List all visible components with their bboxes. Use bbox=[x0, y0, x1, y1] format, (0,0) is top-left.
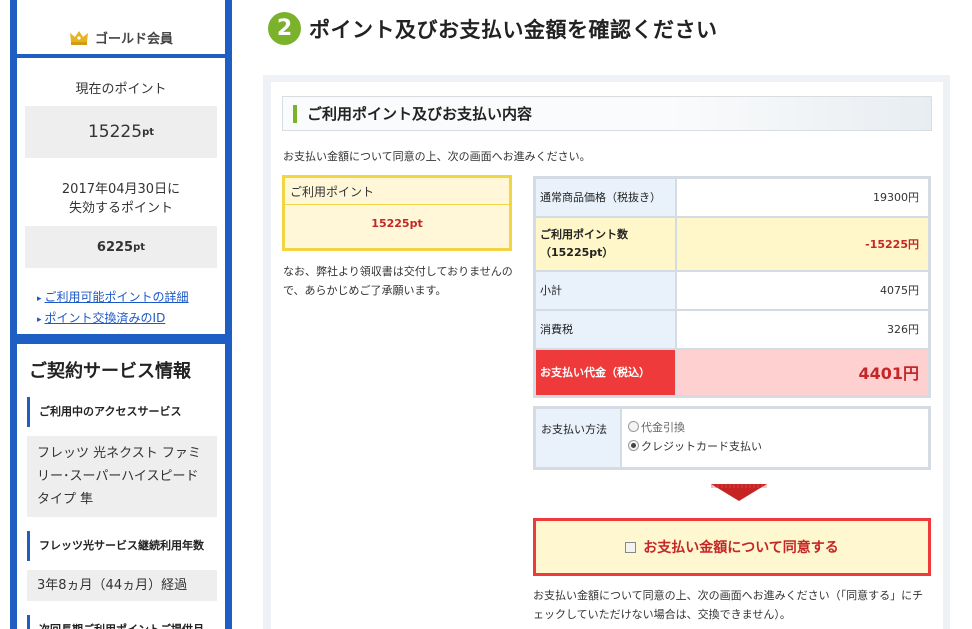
page-title: 2 ポイント及びお支払い金額を確認ください bbox=[268, 12, 718, 45]
step-number-badge: 2 bbox=[268, 12, 301, 45]
used-points-count-value: -15225円 bbox=[674, 215, 931, 272]
arrow-stripe bbox=[711, 484, 767, 488]
receipt-note: なお、弊社より領収書は交付しておりませんので、あらかじめご了承願います。 bbox=[283, 265, 513, 297]
table-row: 小計 4075円 bbox=[533, 269, 931, 311]
used-points-count-label-line1: ご利用ポイント数 bbox=[540, 227, 628, 241]
heading-bar bbox=[293, 104, 297, 123]
used-points-count-label-line2: （15225pt） bbox=[540, 245, 614, 259]
payment-option-credit-label: クレジットカード支払い bbox=[641, 439, 762, 453]
tax-value: 326円 bbox=[674, 308, 931, 350]
normal-price-label: 通常商品価格（税抜き） bbox=[533, 176, 677, 218]
used-points-value: 15225pt bbox=[371, 217, 423, 230]
section-heading-text: ご利用ポイント及びお支払い内容 bbox=[307, 105, 533, 123]
agree-label: お支払い金額について同意する bbox=[643, 540, 839, 556]
payment-method-label: お支払い方法 bbox=[536, 409, 622, 467]
current-points-value: 15225 pt bbox=[25, 106, 217, 158]
expire-points-value: 6225 pt bbox=[25, 226, 217, 268]
years-heading: フレッツ光サービス継続利用年数 bbox=[27, 531, 225, 561]
member-badge-label: ゴールド会員 bbox=[94, 31, 173, 47]
sidebar: ゴールド会員 現在のポイント 15225 pt 2017年04月30日に 失効する… bbox=[10, 0, 232, 629]
sidebar-links: ご利用可能ポイントの詳細 ポイント交換済みのID bbox=[37, 288, 225, 330]
member-badge: ゴールド会員 bbox=[17, 0, 225, 58]
total-label: お支払い代金（税込） bbox=[533, 347, 677, 398]
table-row: 通常商品価格（税抜き） 19300円 bbox=[533, 176, 931, 218]
access-service-heading: ご利用中のアクセスサービス bbox=[27, 397, 225, 427]
agree-note: お支払い金額について同意の上、次の画面へお進みください（「同意する」にチェックし… bbox=[533, 589, 924, 621]
radio-credit[interactable] bbox=[628, 440, 639, 451]
current-points-title: 現在のポイント bbox=[75, 82, 167, 97]
confirm-panel: ご利用ポイント及びお支払い内容 お支払い金額について同意の上、次の画面へお進みく… bbox=[263, 75, 950, 629]
section-heading: ご利用ポイント及びお支払い内容 bbox=[282, 96, 932, 131]
subtotal-label: 小計 bbox=[533, 269, 677, 311]
used-points-label: ご利用ポイント bbox=[285, 178, 509, 205]
points-detail-link[interactable]: ご利用可能ポイントの詳細 bbox=[37, 288, 225, 309]
tax-label: 消費税 bbox=[533, 308, 677, 350]
expire-title-line1: 2017年04月30日に bbox=[61, 182, 181, 197]
expire-points-unit: pt bbox=[133, 241, 146, 253]
used-points-count-label: ご利用ポイント数 （15225pt） bbox=[533, 215, 677, 272]
payment-option-cod[interactable]: 代金引換 bbox=[628, 417, 762, 436]
payment-options: 代金引換 クレジットカード支払い bbox=[622, 409, 762, 467]
payment-option-cod-label: 代金引換 bbox=[641, 420, 685, 434]
subtotal-value: 4075円 bbox=[674, 269, 931, 311]
confirm-panel-inner: ご利用ポイント及びお支払い内容 お支払い金額について同意の上、次の画面へお進みく… bbox=[271, 82, 943, 629]
table-row: 消費税 326円 bbox=[533, 308, 931, 350]
exchanged-id-link[interactable]: ポイント交換済みのID bbox=[37, 309, 225, 330]
expire-title-line2: 失効するポイント bbox=[68, 201, 173, 216]
radio-cod[interactable] bbox=[628, 421, 639, 432]
total-value: 4401円 bbox=[674, 347, 931, 398]
years-value: 3年8ヵ月（44ヵ月）経過 bbox=[27, 570, 217, 601]
page-title-text: ポイント及びお支払い金額を確認ください bbox=[309, 17, 718, 42]
current-points-unit: pt bbox=[142, 126, 155, 138]
used-points-box: ご利用ポイント 15225pt bbox=[282, 175, 512, 251]
agree-checkbox[interactable] bbox=[625, 541, 637, 553]
next-points-heading: 次回長期ご利用ポイントご提供月 bbox=[27, 615, 225, 629]
table-row: ご利用ポイント数 （15225pt） -15225円 bbox=[533, 215, 931, 272]
current-points-number: 15225 bbox=[87, 122, 143, 142]
intro-text: お支払い金額について同意の上、次の画面へお進みください。 bbox=[283, 150, 591, 163]
payment-summary-table: 通常商品価格（税抜き） 19300円 ご利用ポイント数 （15225pt） -1… bbox=[533, 176, 931, 398]
payment-method-box: お支払い方法 代金引換 クレジットカード支払い bbox=[533, 406, 931, 470]
table-row: お支払い代金（税込） 4401円 bbox=[533, 347, 931, 398]
crown-icon bbox=[69, 29, 89, 45]
expire-points-number: 6225 bbox=[96, 239, 134, 255]
agree-box[interactable]: お支払い金額について同意する bbox=[533, 518, 931, 576]
access-service-value: フレッツ 光ネクスト ファミリー･スーパーハイスピードタイプ 隼 bbox=[27, 436, 217, 517]
service-title: ご契約サービス情報 bbox=[29, 361, 191, 382]
contract-service-box: ご契約サービス情報 ご利用中のアクセスサービス フレッツ 光ネクスト ファミリー… bbox=[17, 344, 225, 629]
normal-price-value: 19300円 bbox=[674, 176, 931, 218]
payment-option-credit[interactable]: クレジットカード支払い bbox=[628, 436, 762, 455]
member-points-box: ゴールド会員 現在のポイント 15225 pt 2017年04月30日に 失効する… bbox=[17, 0, 225, 334]
expire-points-title: 2017年04月30日に 失効するポイント bbox=[17, 180, 225, 218]
